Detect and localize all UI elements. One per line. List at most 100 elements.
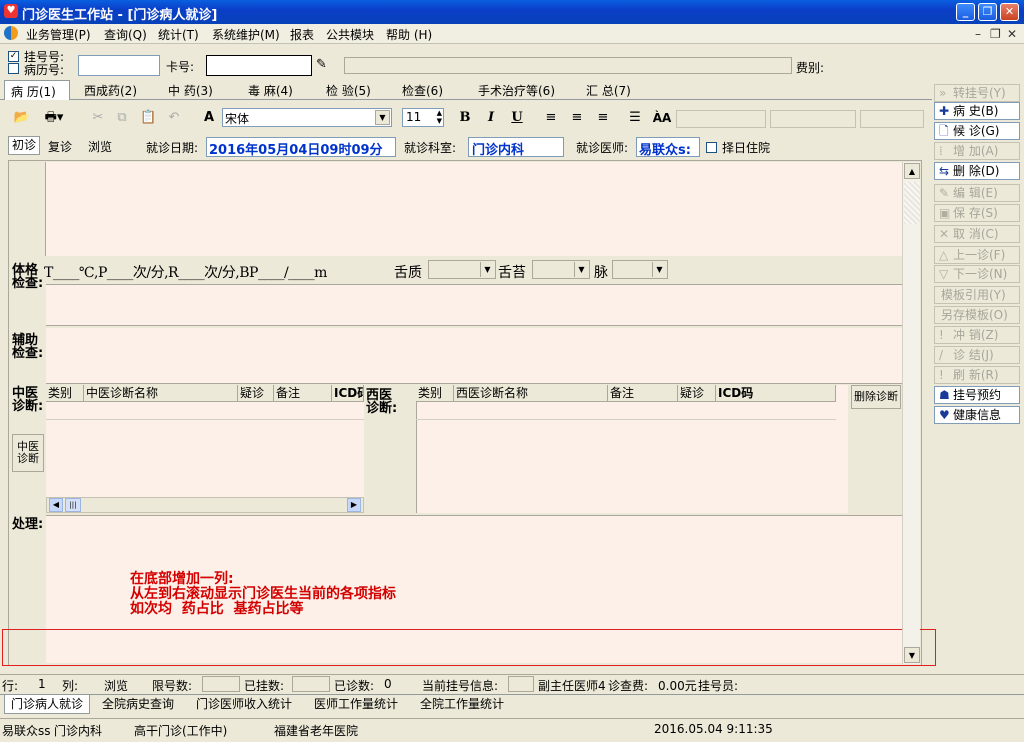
wm-col-suspected[interactable]: 疑诊 — [678, 385, 716, 402]
side-button-8[interactable]: △ 上一诊(F) — [934, 246, 1020, 264]
tongue-select[interactable]: ▼ — [428, 260, 496, 279]
tcm-diagnosis-button[interactable]: 中医诊断 — [12, 434, 44, 472]
copy-icon[interactable]: ⧉ — [114, 108, 130, 128]
visit-dept-field[interactable]: 门诊内科 — [468, 137, 564, 158]
undo-icon[interactable]: ↶ — [166, 108, 182, 128]
visit-doctor-field[interactable]: 易联众s: — [636, 137, 700, 157]
chief-complaint-area[interactable] — [46, 162, 902, 256]
side-button-7[interactable]: ✕ 取 消(C) — [934, 225, 1020, 243]
align-center-icon[interactable]: ≡ — [568, 108, 586, 128]
side-button-5[interactable]: ✎ 编 辑(E) — [934, 184, 1020, 202]
coating-select[interactable]: ▼ — [532, 260, 590, 279]
font-size-stepper[interactable]: 11 ▲ ▼ — [402, 108, 444, 127]
subtab-browse[interactable]: 浏览 — [88, 138, 112, 155]
table-row[interactable] — [416, 402, 836, 420]
card-reader-icon[interactable]: ✎ — [316, 57, 332, 73]
align-right-icon[interactable]: ≡ — [594, 108, 612, 128]
italic-button[interactable]: I — [482, 108, 500, 128]
schedule-admission-checkbox[interactable] — [706, 142, 717, 153]
restore-button[interactable]: ❐ — [978, 3, 997, 21]
font-color-icon[interactable]: ÀA — [652, 108, 672, 128]
tab-medical-record[interactable]: 病 历(1) — [4, 80, 70, 100]
tab-western-medicine[interactable]: 西成药(2) — [84, 80, 137, 100]
open-folder-icon[interactable]: 📂 — [12, 108, 32, 128]
menu-maintenance[interactable]: 系统维护(M) — [212, 26, 280, 43]
menu-stats[interactable]: 统计(T) — [158, 26, 199, 43]
tcm-horizontal-scrollbar[interactable]: ◀ ||| ▶ — [46, 497, 364, 513]
reg-no-input[interactable] — [78, 55, 160, 76]
menu-help[interactable]: 帮助 (H) — [386, 26, 432, 43]
bottom-tab-doctor-workload[interactable]: 医师工作量统计 — [308, 695, 404, 714]
side-button-14[interactable]: ! 刷 新(R) — [934, 366, 1020, 384]
bold-button[interactable]: B — [456, 108, 474, 128]
side-button-6[interactable]: ▣ 保 存(S) — [934, 204, 1020, 222]
font-dropdown-arrow-icon[interactable]: ▼ — [375, 110, 390, 125]
table-row[interactable] — [46, 402, 364, 420]
print-icon[interactable]: 🖶▾ — [40, 108, 68, 128]
menu-reports[interactable]: 报表 — [290, 26, 314, 43]
side-button-13[interactable]: / 诊 结(J) — [934, 346, 1020, 364]
stepper-arrows-icon[interactable]: ▲ ▼ — [437, 109, 442, 125]
tab-surgery[interactable]: 手术治疗等(6) — [478, 80, 555, 100]
menu-business[interactable]: 业务管理(P) — [26, 26, 91, 43]
underline-button[interactable]: U — [508, 108, 526, 128]
scroll-thumb[interactable] — [904, 182, 920, 224]
mdi-minimize-icon[interactable]: – — [975, 27, 981, 41]
minimize-button[interactable]: _ — [956, 3, 975, 21]
side-button-15[interactable]: ☗ 挂号预约 — [934, 386, 1020, 404]
vitals-line[interactable]: T____℃,P____次/分,R____次/分,BP____/____m — [44, 262, 327, 282]
align-left-icon[interactable]: ≡ — [542, 108, 560, 128]
wm-col-icd[interactable]: ICD码 — [716, 385, 836, 402]
record-no-checkbox[interactable] — [8, 63, 19, 74]
scroll-right-icon[interactable]: ▶ — [347, 498, 361, 512]
tab-tcm[interactable]: 中 药(3) — [168, 80, 213, 100]
auxiliary-exam-text[interactable] — [46, 328, 902, 384]
mdi-restore-icon[interactable]: ❐ — [990, 27, 1001, 41]
tcm-col-name[interactable]: 中医诊断名称 — [84, 385, 238, 402]
tab-narcotics[interactable]: 毒 麻(4) — [248, 80, 293, 100]
bottom-tab-income-stats[interactable]: 门诊医师收入统计 — [190, 695, 298, 714]
bottom-tab-hospital-workload[interactable]: 全院工作量统计 — [414, 695, 510, 714]
scroll-left-icon[interactable]: ◀ — [49, 498, 63, 512]
side-button-12[interactable]: ! 冲 销(Z) — [934, 326, 1020, 344]
side-button-16[interactable]: ♥ 健康信息 — [934, 406, 1020, 424]
side-button-10[interactable]: 模板引用(Y) — [934, 286, 1020, 304]
side-button-1[interactable]: ✚ 病 史(B) — [934, 102, 1020, 120]
font-name-select[interactable]: 宋体 ▼ — [222, 108, 392, 127]
card-input[interactable] — [206, 55, 312, 76]
pulse-select[interactable]: ▼ — [612, 260, 668, 279]
tab-summary[interactable]: 汇 总(7) — [586, 80, 631, 100]
subtab-first-visit[interactable]: 初诊 — [8, 136, 40, 155]
physical-exam-text[interactable] — [46, 284, 902, 326]
wm-col-name[interactable]: 西医诊断名称 — [454, 385, 608, 402]
menu-query[interactable]: 查询(Q) — [104, 26, 147, 43]
scroll-up-icon[interactable]: ▲ — [904, 163, 920, 179]
tcm-col-note[interactable]: 备注 — [274, 385, 332, 402]
scroll-thumb[interactable]: ||| — [65, 498, 81, 512]
tcm-col-suspected[interactable]: 疑诊 — [238, 385, 274, 402]
side-button-3[interactable]: ⁞ 增 加(A) — [934, 142, 1020, 160]
editor-vertical-scrollbar[interactable]: ▲ ▼ — [902, 162, 920, 664]
visit-date-field[interactable]: 2016年05月04日09时09分 — [206, 137, 396, 157]
bottom-tab-history-query[interactable]: 全院病史查询 — [96, 695, 180, 714]
side-button-0[interactable]: » 转挂号(Y) — [934, 84, 1020, 102]
dropdown-arrow-icon[interactable]: ▼ — [574, 262, 588, 277]
dropdown-arrow-icon[interactable]: ▼ — [652, 262, 666, 277]
tab-lab[interactable]: 检 验(5) — [326, 80, 371, 100]
cut-icon[interactable]: ✂ — [90, 108, 106, 128]
mdi-close-icon[interactable]: ✕ — [1007, 27, 1017, 41]
side-button-2[interactable]: 🗋 候 诊(G) — [934, 122, 1020, 140]
tcm-col-category[interactable]: 类别 — [46, 385, 84, 402]
wm-col-note[interactable]: 备注 — [608, 385, 678, 402]
dropdown-arrow-icon[interactable]: ▼ — [480, 262, 494, 277]
close-button[interactable]: ✕ — [1000, 3, 1019, 21]
reg-no-checkbox[interactable]: ✓ — [8, 51, 19, 62]
side-button-9[interactable]: ▽ 下一诊(N) — [934, 265, 1020, 283]
menu-public[interactable]: 公共模块 — [326, 26, 374, 43]
wm-col-category[interactable]: 类别 — [416, 385, 454, 402]
tcm-col-icd[interactable]: ICD码 — [332, 385, 364, 402]
subtab-return-visit[interactable]: 复诊 — [48, 138, 72, 155]
bottom-tab-consultation[interactable]: 门诊病人就诊 — [4, 695, 91, 714]
delete-diagnosis-button[interactable]: 删除诊断 — [851, 385, 901, 409]
side-button-11[interactable]: 另存模板(O) — [934, 306, 1020, 324]
